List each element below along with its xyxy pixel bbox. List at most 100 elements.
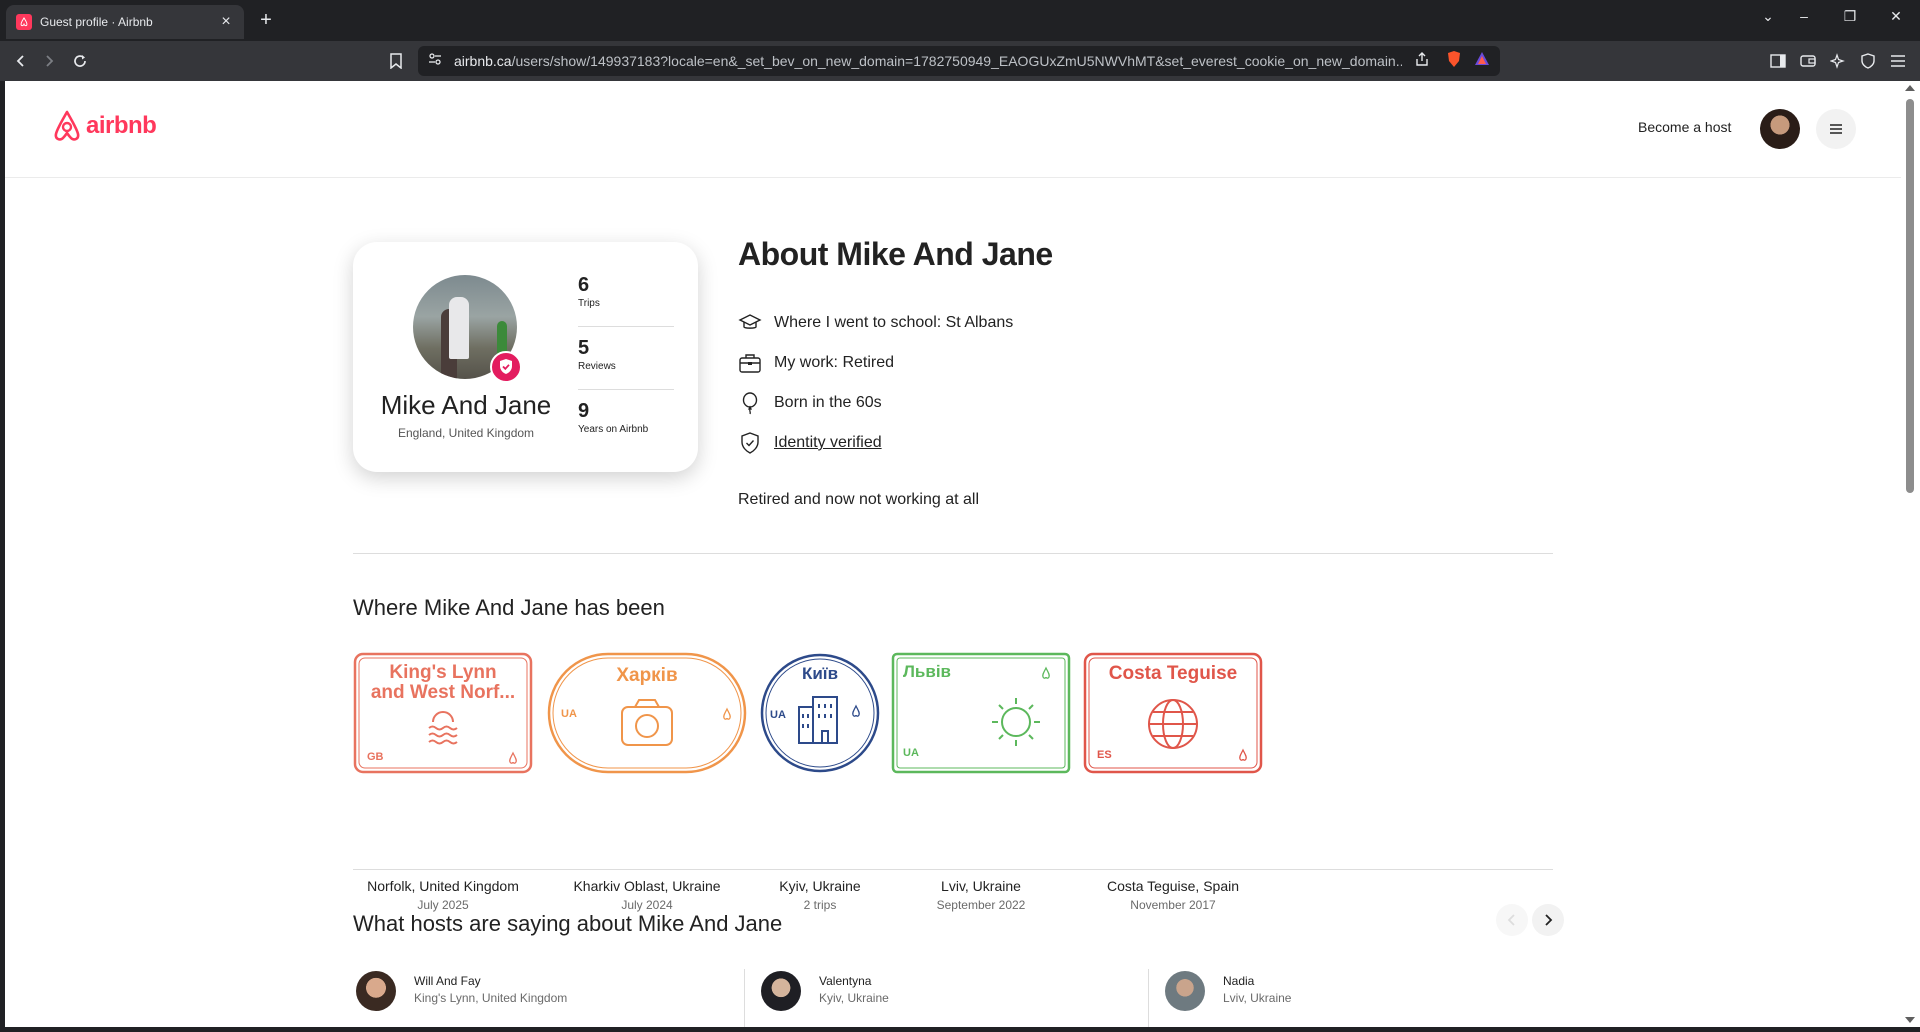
stamp-country-code: ES	[1097, 749, 1112, 761]
stamp-date: July 2024	[621, 898, 673, 912]
about-title: About Mike And Jane	[738, 236, 1053, 272]
stamp-date: November 2017	[1130, 898, 1216, 912]
brave-shields-icon[interactable]	[1446, 50, 1462, 73]
logo-wordmark: airbnb	[86, 112, 157, 139]
share-icon[interactable]	[1414, 51, 1430, 72]
review-card: Nadia Lviv, Ukraine	[1165, 971, 1291, 1011]
stamp-caption: Kharkiv Oblast, Ukraine July 2024	[547, 878, 747, 912]
url-text[interactable]: airbnb.ca/users/show/149937183?locale=en…	[454, 53, 1402, 69]
buildings-icon	[798, 696, 838, 744]
host-avatar	[356, 971, 396, 1011]
host-name: Nadia	[1223, 974, 1255, 988]
stamp-date: 2 trips	[803, 898, 837, 912]
brave-rewards-icon[interactable]	[1474, 51, 1490, 72]
stamp-line-1: Costa Teguise	[1109, 663, 1237, 684]
briefcase-icon	[739, 354, 761, 373]
browser-menu-icon[interactable]	[1888, 51, 1908, 71]
become-host-link[interactable]: Become a host	[1638, 119, 1731, 135]
airbnb-mark-icon	[509, 751, 517, 764]
tab-search-icon[interactable]: ⌄	[1757, 8, 1779, 25]
host-name: Will And Fay	[414, 974, 481, 988]
scroll-down-icon[interactable]	[1905, 1017, 1915, 1023]
review-divider	[744, 969, 745, 1027]
host-location: Kyiv, Ukraine	[819, 991, 889, 1005]
stamp-place: Kyiv, Ukraine	[779, 878, 861, 894]
close-tab-icon[interactable]: ×	[218, 13, 234, 31]
airbnb-mark-icon	[852, 704, 860, 717]
reviews-next-button[interactable]	[1532, 904, 1564, 936]
browser-tab[interactable]: Guest profile · Airbnb ×	[6, 5, 244, 39]
reviews-section-title: What hosts are saying about Mike And Jan…	[353, 911, 783, 936]
user-avatar[interactable]	[1760, 109, 1800, 149]
reviews-prev-button[interactable]	[1496, 904, 1528, 936]
stat-divider	[578, 389, 674, 390]
section-divider	[353, 553, 1553, 554]
back-icon[interactable]	[10, 50, 32, 72]
stamp-line-1: Харків	[616, 665, 677, 686]
main-menu-button[interactable]	[1816, 109, 1856, 149]
scroll-up-icon[interactable]	[1905, 85, 1915, 91]
stamp-kyiv[interactable]: Київ UA	[759, 652, 881, 779]
stamp-country-code: UA	[561, 708, 577, 720]
airbnb-favicon-icon	[16, 14, 32, 30]
stamp-costa-teguise[interactable]: Costa Teguise ES	[1083, 652, 1263, 779]
sidebar-icon[interactable]	[1768, 51, 1788, 71]
stamp-caption: Lviv, Ukraine September 2022	[891, 878, 1071, 912]
stamp-date: July 2025	[417, 898, 469, 912]
close-window-icon[interactable]: ✕	[1885, 8, 1907, 25]
leo-ai-icon[interactable]	[1828, 51, 1848, 71]
stat-label: Trips	[578, 298, 600, 309]
verified-badge-icon	[490, 351, 522, 383]
sun-icon	[992, 698, 1040, 746]
page-scrollbar[interactable]	[1901, 81, 1920, 1027]
camera-icon	[621, 699, 673, 746]
restore-icon[interactable]: ❐	[1839, 8, 1861, 25]
stamp-lviv[interactable]: Львів UA	[891, 652, 1071, 779]
stamp-line-1: Київ	[802, 664, 838, 683]
stat-label: Years on Airbnb	[578, 424, 649, 435]
bookmark-icon[interactable]	[386, 51, 406, 71]
vpn-icon[interactable]	[1858, 51, 1878, 71]
identity-verified-link[interactable]: Identity verified	[774, 434, 882, 452]
section-divider	[353, 869, 1553, 870]
stamp-place: Costa Teguise, Spain	[1106, 878, 1240, 894]
browser-tab-bar: Guest profile · Airbnb × + ⌄ – ❐ ✕	[0, 0, 1920, 41]
stat-reviews: 5 Reviews	[578, 337, 674, 372]
minimize-icon[interactable]: –	[1793, 8, 1815, 24]
about-born: Born in the 60s	[738, 391, 882, 415]
stamp-kings-lynn[interactable]: King's Lynn and West Norf... GB	[353, 652, 533, 779]
review-card: Valentyna Kyiv, Ukraine	[761, 971, 889, 1011]
hamburger-icon	[1830, 124, 1842, 134]
scrollbar-thumb[interactable]	[1906, 99, 1914, 493]
about-identity: Identity verified	[738, 431, 882, 455]
tab-title: Guest profile · Airbnb	[40, 15, 153, 29]
chevron-right-icon	[1545, 914, 1553, 926]
address-bar[interactable]: airbnb.ca/users/show/149937183?locale=en…	[418, 46, 1500, 76]
reload-icon[interactable]	[69, 50, 91, 72]
travel-stamp: Costa Teguise ES	[1083, 652, 1263, 774]
forward-icon[interactable]	[38, 50, 60, 72]
wallet-icon[interactable]	[1798, 51, 1818, 71]
stamp-country-code: GB	[367, 751, 384, 763]
travel-stamp: Київ UA	[760, 653, 880, 773]
stamp-kharkiv[interactable]: Харків UA	[547, 652, 747, 779]
new-tab-icon[interactable]: +	[256, 9, 276, 32]
places-section-title: Where Mike And Jane has been	[353, 595, 665, 620]
airbnb-logo[interactable]: airbnb	[52, 110, 157, 142]
review-divider	[1148, 969, 1149, 1027]
chevron-left-icon	[1507, 914, 1515, 926]
profile-location: England, United Kingdom	[397, 426, 535, 440]
travel-stamp: Харків UA	[547, 652, 747, 774]
url-host: airbnb.ca	[454, 53, 512, 69]
host-avatar	[1165, 971, 1205, 1011]
airbnb-mark-icon	[1042, 666, 1050, 679]
graduation-cap-icon	[738, 314, 762, 329]
stamp-country-code: UA	[770, 709, 786, 721]
travel-stamp: Львів UA	[891, 652, 1071, 774]
profile-name: Mike And Jane	[380, 390, 552, 420]
site-settings-icon[interactable]	[428, 52, 442, 71]
stamp-place: Kharkiv Oblast, Ukraine	[573, 878, 721, 894]
stat-value: 9	[578, 400, 590, 422]
profile-bio: Retired and now not working at all	[738, 491, 980, 508]
host-location: Lviv, Ukraine	[1223, 991, 1292, 1005]
